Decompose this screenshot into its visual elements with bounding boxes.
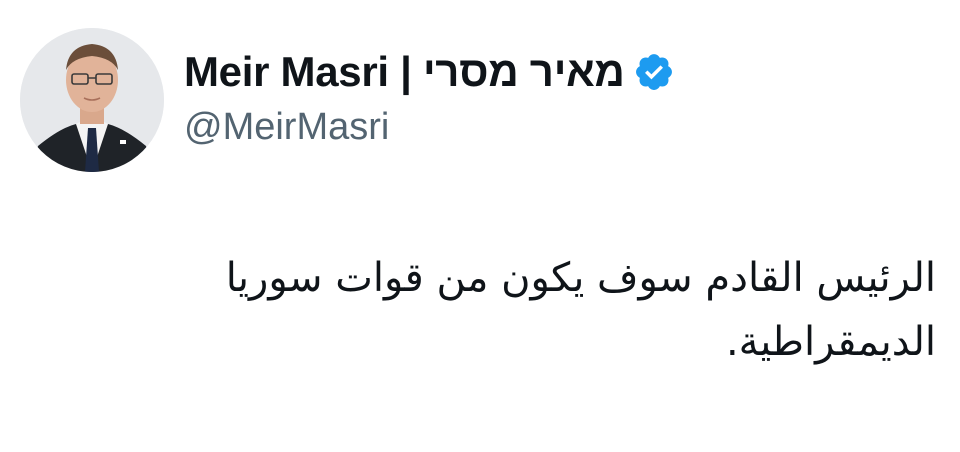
author-handle[interactable]: @MeirMasri [184,106,389,149]
author-name-row: Meir Masri | מאיר מסרי [184,44,675,100]
tweet-card: Meir Masri | מאיר מסרי @MeirMasri الرئيس… [0,0,960,452]
avatar-image [20,28,164,172]
author-display-name[interactable]: Meir Masri | מאיר מסרי [184,48,625,96]
author-avatar[interactable] [20,28,164,172]
tweet-text: الرئيس القادم سوف يكون من قوات سوريا الد… [225,255,936,365]
verified-badge-icon [633,51,675,93]
